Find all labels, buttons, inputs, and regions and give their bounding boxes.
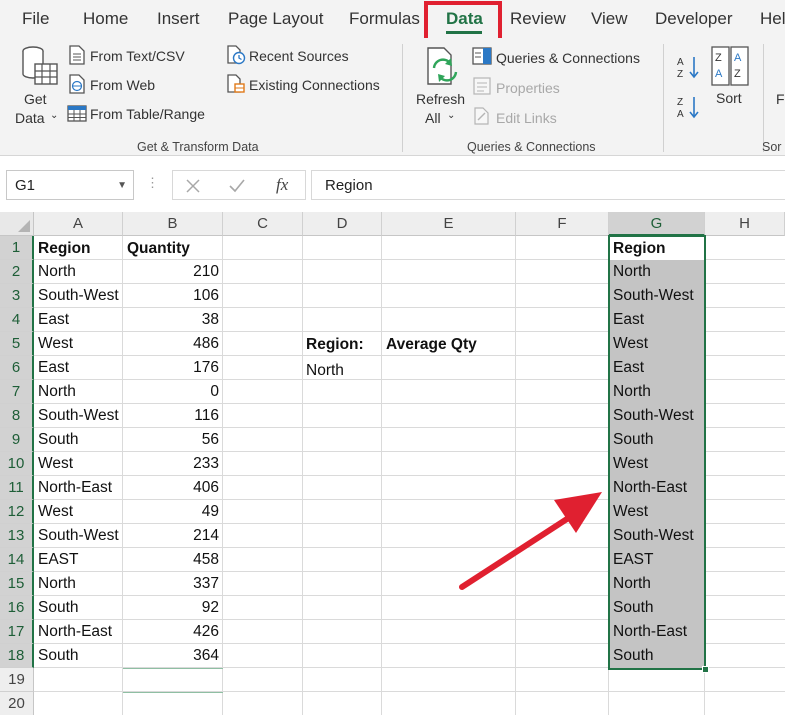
red-annotation-arrow [459, 492, 602, 590]
properties-icon [473, 77, 491, 95]
drag-handle-icon[interactable]: ⋮ [146, 175, 159, 191]
group-queries-label: Queries & Connections [467, 140, 596, 154]
recent-sources-label: Recent Sources [249, 48, 349, 64]
text-file-icon [69, 45, 85, 65]
cancel-icon[interactable] [185, 178, 201, 194]
group-get-transform-label: Get & Transform Data [137, 140, 259, 154]
from-table-range-label: From Table/Range [90, 106, 205, 122]
svg-text:Z: Z [734, 68, 741, 80]
get-data-label-2: Data [15, 110, 45, 126]
group-separator [763, 44, 764, 152]
formula-input[interactable]: Region [311, 170, 785, 200]
tab-developer[interactable]: Developer [655, 9, 733, 29]
tab-home[interactable]: Home [83, 9, 128, 29]
data-tab-highlight-box [424, 1, 502, 42]
queries-pane-icon [472, 47, 492, 65]
svg-text:Z: Z [715, 52, 722, 64]
existing-connections-label: Existing Connections [249, 77, 380, 93]
spreadsheet-grid: A B C D E F G H 1 2 3 4 5 6 7 8 9 10 11 12 13 14 15 16 1… [0, 212, 785, 715]
tab-insert[interactable]: Insert [157, 9, 200, 29]
data-ribbon: Get Data ⌄ From Text/CSV From Web From T… [0, 38, 785, 156]
properties-label: Properties [496, 80, 560, 96]
existing-connections-icon [227, 74, 245, 93]
queries-connections-label: Queries & Connections [496, 50, 640, 66]
svg-text:A: A [677, 57, 684, 68]
chevron-down-icon[interactable]: ▼ [117, 180, 127, 191]
tab-file[interactable]: File [22, 9, 49, 29]
tab-help[interactable]: Hel [760, 9, 785, 29]
from-web-label: From Web [90, 77, 156, 93]
svg-text:Z: Z [677, 97, 683, 108]
group-sort-label-partial: Sor [762, 140, 782, 154]
insert-function-icon[interactable]: fx [276, 175, 288, 195]
refresh-label-2: All [425, 110, 441, 126]
group-separator [402, 44, 403, 152]
sort-z-to-a-icon: Z A [677, 97, 699, 120]
formula-bar: G1 ▼ ⋮ fx Region [0, 166, 785, 204]
name-box-value: G1 [15, 177, 36, 194]
svg-text:A: A [734, 52, 742, 64]
enter-check-icon[interactable] [228, 178, 246, 194]
name-box[interactable]: G1 ▼ [6, 170, 134, 200]
refresh-icon [427, 47, 458, 85]
svg-text:A: A [677, 109, 684, 120]
table-range-icon [67, 105, 87, 122]
tab-review[interactable]: Review [510, 9, 566, 29]
formula-buttons: fx [172, 170, 306, 200]
formula-text: Region [325, 177, 373, 194]
svg-text:Z: Z [677, 69, 683, 80]
tab-view[interactable]: View [591, 9, 628, 29]
group-separator [663, 44, 664, 152]
filter-label-partial: F [776, 91, 785, 107]
tab-page-layout[interactable]: Page Layout [228, 9, 323, 29]
recent-sources-icon [227, 45, 246, 65]
sort-label: Sort [716, 90, 742, 106]
ribbon-tab-bar: File Home Insert Page Layout Formulas Da… [0, 0, 785, 42]
edit-links-label: Edit Links [496, 110, 557, 126]
tab-formulas[interactable]: Formulas [349, 9, 420, 29]
from-text-csv-label: From Text/CSV [90, 48, 185, 64]
sort-a-to-z-icon: A Z [677, 57, 699, 80]
sort-dialog-icon: Z A A Z [711, 46, 749, 86]
database-table-icon [22, 46, 58, 85]
web-page-icon [69, 74, 85, 94]
edit-links-icon [474, 107, 489, 125]
get-data-label-1: Get [24, 91, 47, 107]
refresh-label-1: Refresh [416, 91, 466, 107]
svg-text:A: A [715, 68, 723, 80]
chevron-down-icon: ⌄ [447, 110, 456, 121]
chevron-down-icon: ⌄ [50, 110, 59, 121]
